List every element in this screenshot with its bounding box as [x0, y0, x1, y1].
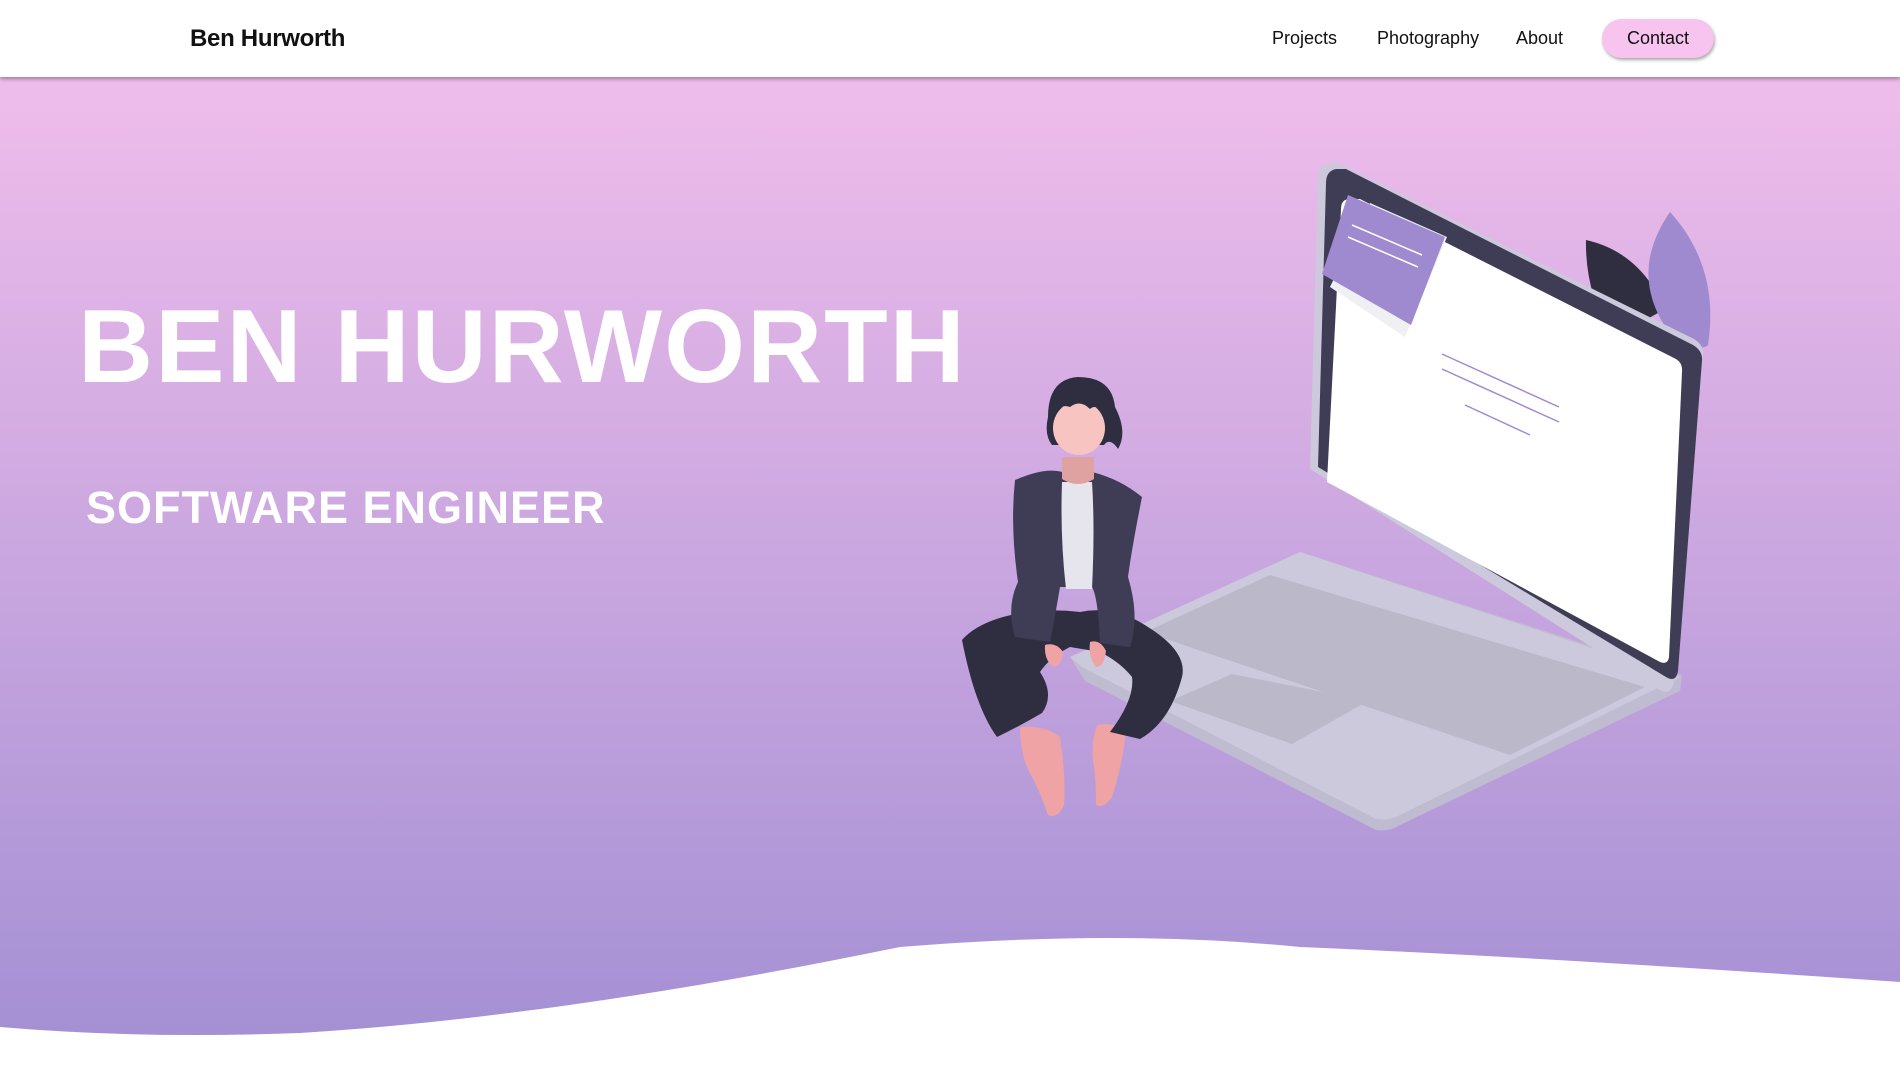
nav-link-photography[interactable]: Photography [1377, 28, 1479, 49]
brand-logo-link[interactable]: Ben Hurworth [190, 25, 345, 53]
top-navbar: Ben Hurworth Projects Photography About … [0, 0, 1900, 77]
person-on-laptop-illustration [962, 163, 1711, 831]
nav-link-projects[interactable]: Projects [1272, 28, 1337, 49]
person-figure-icon [962, 377, 1183, 816]
nav-link-about[interactable]: About [1516, 28, 1563, 49]
hero-section: BEN HURWORTH SOFTWARE ENGINEER [0, 77, 1900, 1080]
contact-button[interactable]: Contact [1602, 19, 1714, 58]
